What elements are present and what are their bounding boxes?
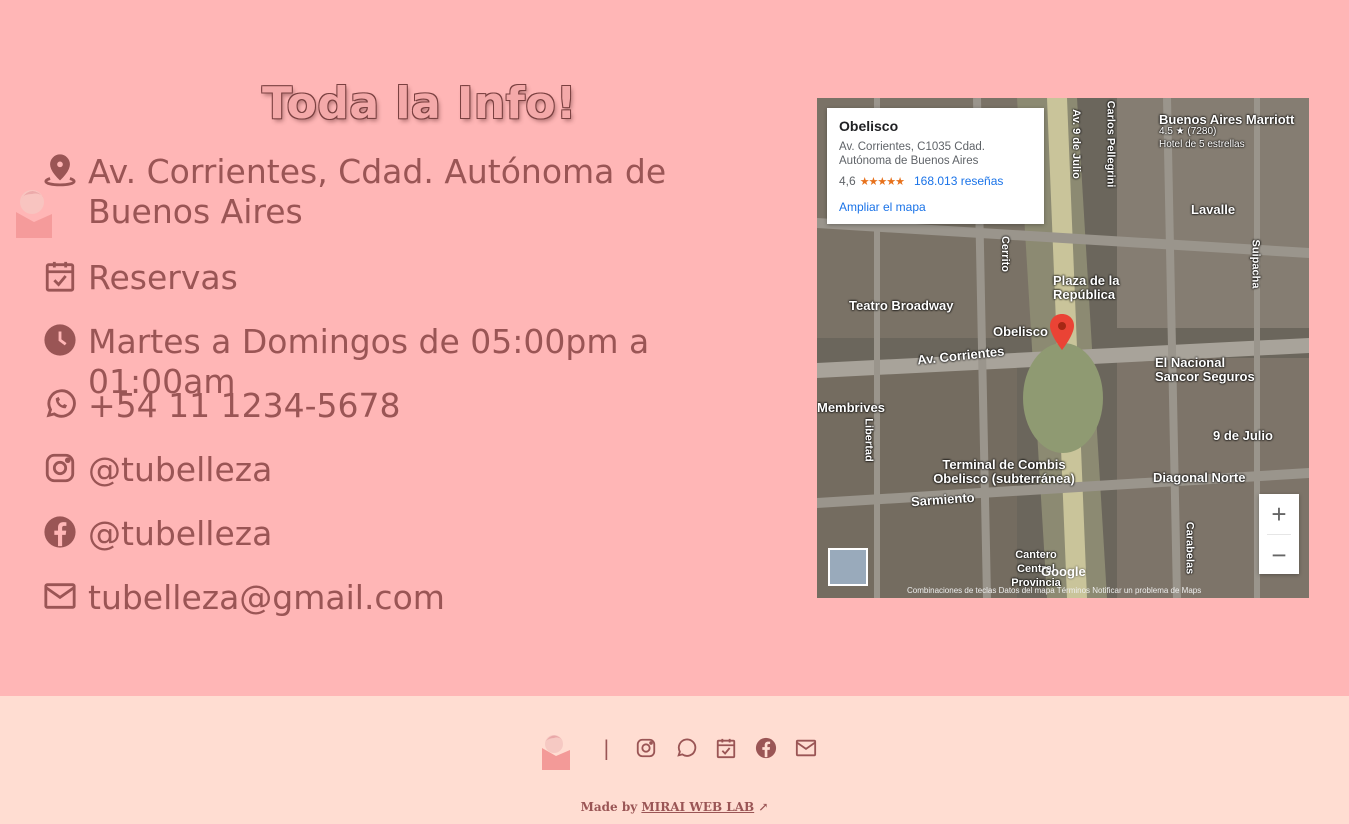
footer-social-icons	[634, 736, 834, 760]
map-label-marriott-rating: 4.5 ★ (7280)	[1159, 126, 1217, 137]
map-stars-icon: ★★★★★	[859, 175, 905, 188]
info-section: Toda la Info! Av. Corrientes, Cdad. Autó…	[0, 0, 1349, 696]
map-rating-row: 4,6 ★★★★★ 168.013 reseñas	[839, 174, 1032, 188]
facebook-row[interactable]: @tubelleza	[42, 514, 272, 554]
map-label-plaza: Plaza de la República	[1053, 273, 1120, 302]
embedded-map[interactable]: Buenos Aires Marriott 4.5 ★ (7280) Hotel…	[817, 98, 1309, 598]
map-label-lavalle: Lavalle	[1191, 202, 1236, 217]
mail-icon	[42, 578, 78, 614]
map-label-membrives: Membrives	[817, 400, 885, 415]
reservas-row[interactable]: Reservas	[42, 258, 238, 298]
map-label-libertad: Libertad	[862, 418, 875, 462]
footer: | Made by MIRAI WEB LAB ↗	[0, 696, 1349, 824]
map-label-pellegrini: Carlos Pellegrini	[1104, 100, 1117, 188]
map-label-hotel-stars: Hotel de 5 estrellas	[1159, 139, 1245, 150]
footer-mail-icon[interactable]	[794, 736, 818, 760]
map-rating-value: 4,6	[839, 174, 856, 188]
email-row[interactable]: tubelleza@gmail.com	[42, 578, 445, 618]
footer-calendar-icon[interactable]	[714, 736, 738, 760]
map-label-carabelas: Carabelas	[1183, 521, 1196, 575]
reservas-link[interactable]: Reservas	[88, 258, 238, 298]
map-zoom-control: + −	[1259, 494, 1299, 574]
map-info-card: Obelisco Av. Corrientes, C1035 Cdad. Aut…	[827, 108, 1044, 224]
map-label-suipacha: Suipacha	[1249, 239, 1262, 289]
instagram-row[interactable]: @tubelleza	[42, 450, 272, 490]
footer-whatsapp-icon[interactable]	[674, 736, 698, 760]
footer-instagram-icon[interactable]	[634, 736, 658, 760]
map-label-9-de-julio: 9 de Julio	[1213, 428, 1273, 443]
instagram-link[interactable]: @tubelleza	[88, 450, 272, 490]
map-label-nacional: El Nacional Sancor Seguros	[1155, 355, 1255, 384]
location-pin-icon	[42, 152, 78, 188]
phone-link[interactable]: +54 11 1234-5678	[88, 386, 401, 426]
zoom-out-button[interactable]: −	[1259, 535, 1299, 575]
address-text: Av. Corrientes, Cdad. Autónoma de Buenos…	[88, 152, 667, 231]
external-link-icon: ↗	[758, 800, 769, 814]
map-attribution[interactable]: Combinaciones de teclas Datos del mapa T…	[907, 586, 1201, 595]
footer-logo-icon[interactable]	[540, 730, 572, 770]
clock-icon	[42, 322, 78, 358]
whatsapp-icon	[42, 386, 78, 422]
google-logo: Google	[1041, 564, 1086, 579]
address-row: Av. Corrientes, Cdad. Autónoma de Buenos…	[42, 152, 788, 232]
map-type-toggle[interactable]	[828, 548, 868, 586]
page-title: Toda la Info!	[262, 78, 577, 129]
map-label-diagonal: Diagonal Norte	[1153, 470, 1246, 485]
map-expand-link[interactable]: Ampliar el mapa	[839, 200, 1032, 214]
map-reviews-link[interactable]: 168.013 reseñas	[914, 174, 1003, 188]
mirai-web-lab-link[interactable]: MIRAI WEB LAB	[641, 800, 754, 814]
zoom-in-button[interactable]: +	[1259, 494, 1299, 534]
map-label-marriott: Buenos Aires Marriott	[1159, 112, 1295, 127]
map-label-terminal: Terminal de Combis Obelisco (subterránea…	[933, 457, 1075, 486]
map-label-cerrito: Cerrito	[999, 235, 1012, 273]
map-place-address: Av. Corrientes, C1035 Cdad. Autónoma de …	[839, 141, 985, 167]
footer-divider: |	[603, 736, 610, 760]
made-by-label: Made by	[580, 800, 638, 814]
map-label-av9: Av. 9 de Julio	[1069, 109, 1082, 179]
facebook-icon	[42, 514, 78, 550]
instagram-icon	[42, 450, 78, 486]
phone-row[interactable]: +54 11 1234-5678	[42, 386, 401, 426]
footer-facebook-icon[interactable]	[754, 736, 778, 760]
email-link[interactable]: tubelleza@gmail.com	[88, 578, 445, 618]
map-label-teatro: Teatro Broadway	[849, 298, 954, 313]
map-label-obelisco: Obelisco	[993, 324, 1048, 339]
facebook-link[interactable]: @tubelleza	[88, 514, 272, 554]
calendar-check-icon	[42, 258, 78, 294]
made-by-credit: Made by MIRAI WEB LAB ↗	[0, 800, 1349, 814]
map-place-name: Obelisco	[839, 118, 899, 134]
map-marker-icon[interactable]	[1049, 314, 1075, 350]
